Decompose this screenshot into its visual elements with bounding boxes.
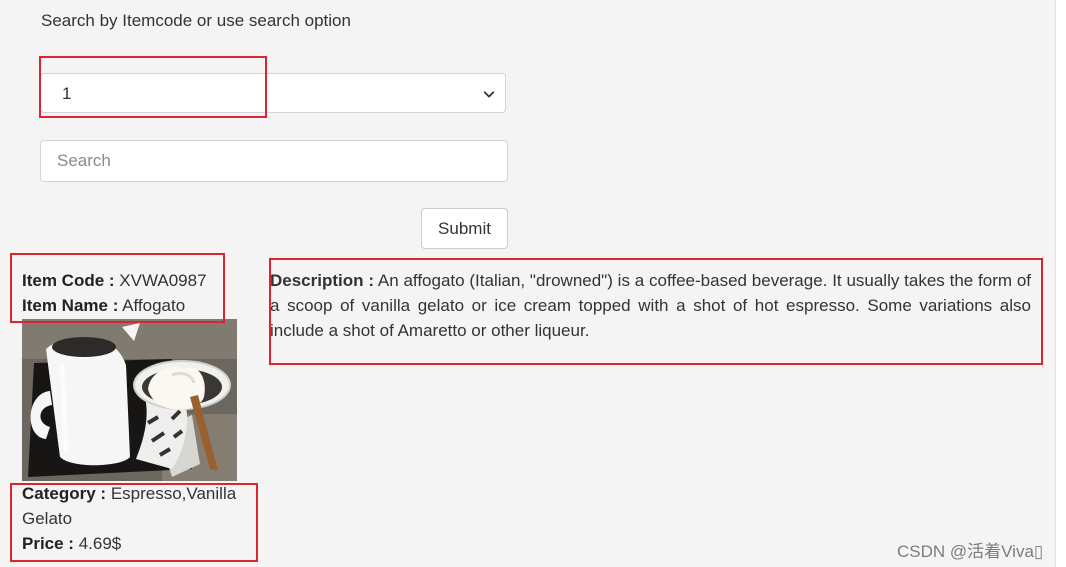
price-line: Price : 4.69$ — [22, 531, 121, 556]
item-name-line: Item Name : Affogato — [22, 293, 185, 318]
search-heading: Search by Itemcode or use search option — [41, 11, 351, 30]
item-code-value: XVWA0987 — [119, 271, 207, 290]
price-label: Price : — [22, 534, 74, 553]
submit-button[interactable]: Submit — [421, 208, 508, 249]
item-image — [22, 319, 237, 481]
affogato-photo — [22, 319, 237, 481]
item-code-line: Item Code : XVWA0987 — [22, 268, 207, 293]
item-name-label: Item Name : — [22, 296, 119, 315]
watermark-text: CSDN @活着Viva▯ — [897, 542, 1044, 561]
itemcode-select[interactable]: 1 — [40, 73, 506, 113]
chevron-down-icon — [483, 91, 495, 98]
description-text: An affogato (Italian, "drowned") is a co… — [270, 271, 1031, 340]
item-code-label: Item Code : — [22, 271, 115, 290]
item-name-value: Affogato — [122, 296, 186, 315]
category-line: Category : Espresso,Vanilla Gelato — [22, 481, 250, 531]
description-block: Description : An affogato (Italian, "dro… — [270, 268, 1031, 343]
price-value: 4.69$ — [78, 534, 122, 553]
description-label: Description : — [270, 271, 374, 290]
selected-option: 1 — [62, 84, 72, 103]
search-input[interactable] — [40, 140, 508, 182]
category-label: Category : — [22, 484, 107, 503]
scroll-edge — [1055, 0, 1056, 567]
